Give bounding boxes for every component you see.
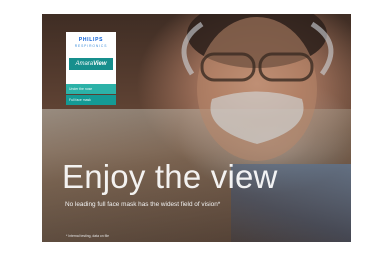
person-photo <box>181 14 334 161</box>
product-name: AmaraView <box>69 58 113 70</box>
footnote: * Internal testing, data on file <box>66 234 109 238</box>
brand-name: PHILIPS <box>78 37 104 43</box>
sub-brand-name: RESPIRONICS <box>74 44 108 48</box>
ad-card: PHILIPS RESPIRONICS AmaraView Under the … <box>42 14 351 242</box>
tag-under-the-nose: Under the nose <box>66 84 116 94</box>
product-suffix: View <box>93 61 107 67</box>
product-prefix: Amara <box>75 61 94 67</box>
headline: Enjoy the view <box>62 158 278 195</box>
tag-full-face-mask: Full face mask <box>66 95 116 105</box>
tagline: No leading full face mask has the widest… <box>65 201 221 208</box>
brand-logo-box: PHILIPS RESPIRONICS AmaraView <box>66 32 116 84</box>
